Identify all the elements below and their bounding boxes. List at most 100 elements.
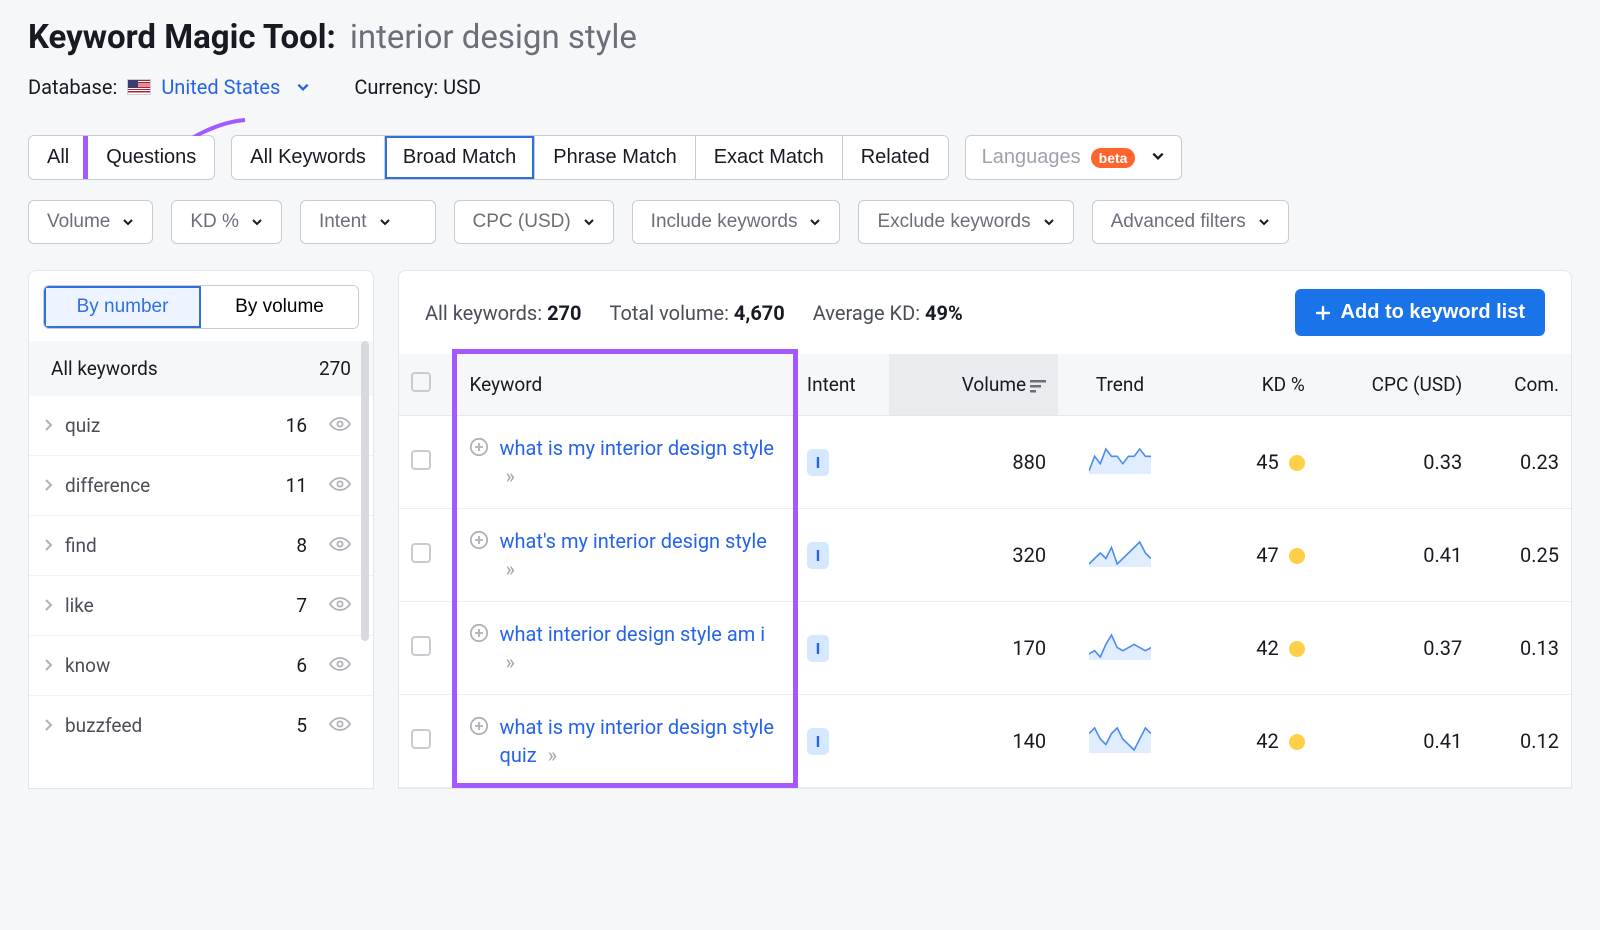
col-com[interactable]: Com.	[1474, 354, 1571, 416]
open-icon[interactable]: »	[505, 464, 514, 488]
table-row: what interior design style am i »I170420…	[399, 602, 1571, 695]
tab-all-keywords[interactable]: All Keywords	[232, 136, 385, 179]
currency-display: Currency: USD	[354, 75, 481, 99]
expand-icon[interactable]	[469, 715, 489, 743]
row-checkbox[interactable]	[411, 636, 431, 656]
toggle-by-number[interactable]: By number	[44, 286, 201, 328]
cpc-cell: 0.41	[1317, 509, 1474, 602]
com-cell: 0.23	[1474, 416, 1571, 509]
keyword-groups-sidebar: By number By volume All keywords 270 qui…	[28, 270, 374, 789]
sidebar-item[interactable]: difference11	[29, 455, 373, 515]
meta-bar: Database: United States Currency: USD	[28, 75, 1572, 99]
expand-icon[interactable]	[469, 436, 489, 464]
flag-us-icon	[127, 79, 151, 95]
difficulty-dot-icon	[1289, 548, 1305, 564]
sidebar-item[interactable]: know6	[29, 635, 373, 695]
tab-phrase-match[interactable]: Phrase Match	[535, 136, 695, 179]
summary-stats: All keywords: 270 Total volume: 4,670 Av…	[425, 301, 963, 325]
sidebar-header-count: 270	[319, 357, 351, 380]
col-volume[interactable]: Volume	[889, 354, 1058, 416]
tab-all[interactable]: All	[29, 136, 88, 179]
select-all-checkbox[interactable]	[411, 372, 431, 392]
sidebar-item-label: like	[65, 594, 284, 617]
sidebar-sort-toggle: By number By volume	[43, 285, 359, 329]
com-cell: 0.13	[1474, 602, 1571, 695]
row-checkbox[interactable]	[411, 450, 431, 470]
filter-include[interactable]: Include keywords	[632, 200, 841, 244]
volume-cell: 140	[889, 695, 1058, 788]
kd-cell: 45	[1182, 416, 1317, 509]
scrollbar[interactable]	[361, 341, 371, 788]
filter-exclude[interactable]: Exclude keywords	[858, 200, 1073, 244]
page-title: Keyword Magic Tool: interior design styl…	[28, 18, 1572, 57]
filter-volume[interactable]: Volume	[28, 200, 153, 244]
row-checkbox[interactable]	[411, 543, 431, 563]
filters-row: Volume KD % Intent CPC (USD) Include key…	[28, 200, 1572, 244]
chevron-right-icon	[43, 594, 53, 617]
match-tabs: All Keywords Broad Match Phrase Match Ex…	[231, 135, 948, 180]
sidebar-item[interactable]: buzzfeed5	[29, 695, 373, 755]
toggle-by-volume[interactable]: By volume	[201, 286, 358, 328]
cpc-cell: 0.37	[1317, 602, 1474, 695]
tab-exact-match[interactable]: Exact Match	[696, 136, 843, 179]
keyword-link[interactable]: what interior design style am i	[499, 622, 765, 646]
table-row: what is my interior design style »I88045…	[399, 416, 1571, 509]
tool-name: Keyword Magic Tool:	[28, 18, 336, 57]
expand-icon[interactable]	[469, 529, 489, 557]
trend-sparkline	[1089, 446, 1151, 474]
filter-intent[interactable]: Intent	[300, 200, 436, 244]
table-row: what is my interior design style quiz »I…	[399, 695, 1571, 788]
volume-cell: 880	[889, 416, 1058, 509]
chevron-right-icon	[43, 414, 53, 437]
filter-kd[interactable]: KD %	[171, 200, 282, 244]
sort-desc-icon	[1026, 373, 1046, 396]
results-panel: All keywords: 270 Total volume: 4,670 Av…	[398, 270, 1572, 789]
col-cpc[interactable]: CPC (USD)	[1317, 354, 1474, 416]
sidebar-item[interactable]: quiz16	[29, 396, 373, 455]
eye-icon[interactable]	[329, 654, 351, 677]
sidebar-item[interactable]: like7	[29, 575, 373, 635]
col-checkbox	[399, 354, 457, 416]
tab-questions[interactable]: Questions	[88, 136, 214, 179]
tab-related[interactable]: Related	[843, 136, 948, 179]
open-icon[interactable]: »	[505, 650, 514, 674]
keyword-link[interactable]: what is my interior design style quiz	[499, 715, 773, 767]
open-icon[interactable]: »	[548, 743, 557, 767]
filter-advanced[interactable]: Advanced filters	[1092, 200, 1289, 244]
difficulty-dot-icon	[1289, 734, 1305, 750]
scope-tabs: All Questions	[28, 135, 215, 180]
col-intent[interactable]: Intent	[795, 354, 889, 416]
col-kd[interactable]: KD %	[1182, 354, 1317, 416]
col-trend[interactable]: Trend	[1058, 354, 1182, 416]
add-to-keyword-list-button[interactable]: Add to keyword list	[1295, 289, 1545, 336]
filter-cpc[interactable]: CPC (USD)	[454, 200, 614, 244]
eye-icon[interactable]	[329, 714, 351, 737]
sidebar-header[interactable]: All keywords 270	[29, 341, 373, 396]
keyword-link[interactable]: what's my interior design style	[499, 529, 766, 553]
eye-icon[interactable]	[329, 414, 351, 437]
eye-icon[interactable]	[329, 594, 351, 617]
plus-icon	[1315, 305, 1331, 321]
volume-cell: 170	[889, 602, 1058, 695]
volume-cell: 320	[889, 509, 1058, 602]
expand-icon[interactable]	[469, 622, 489, 650]
eye-icon[interactable]	[329, 474, 351, 497]
tab-broad-match[interactable]: Broad Match	[385, 136, 535, 179]
intent-badge: I	[807, 635, 829, 662]
sidebar-item[interactable]: find8	[29, 515, 373, 575]
database-selector[interactable]: Database: United States	[28, 75, 310, 99]
sidebar-item-label: find	[65, 534, 284, 557]
kd-cell: 42	[1182, 695, 1317, 788]
table-row: what's my interior design style »I320470…	[399, 509, 1571, 602]
row-checkbox[interactable]	[411, 729, 431, 749]
chevron-right-icon	[43, 534, 53, 557]
eye-icon[interactable]	[329, 534, 351, 557]
languages-dropdown[interactable]: Languages beta	[965, 135, 1183, 180]
chevron-right-icon	[43, 714, 53, 737]
sidebar-list: quiz16difference11find8like7know6buzzfee…	[29, 396, 373, 788]
col-keyword[interactable]: Keyword	[457, 354, 794, 416]
open-icon[interactable]: »	[505, 557, 514, 581]
sidebar-item-count: 6	[296, 654, 307, 677]
chevron-right-icon	[43, 654, 53, 677]
keyword-link[interactable]: what is my interior design style	[499, 436, 773, 460]
